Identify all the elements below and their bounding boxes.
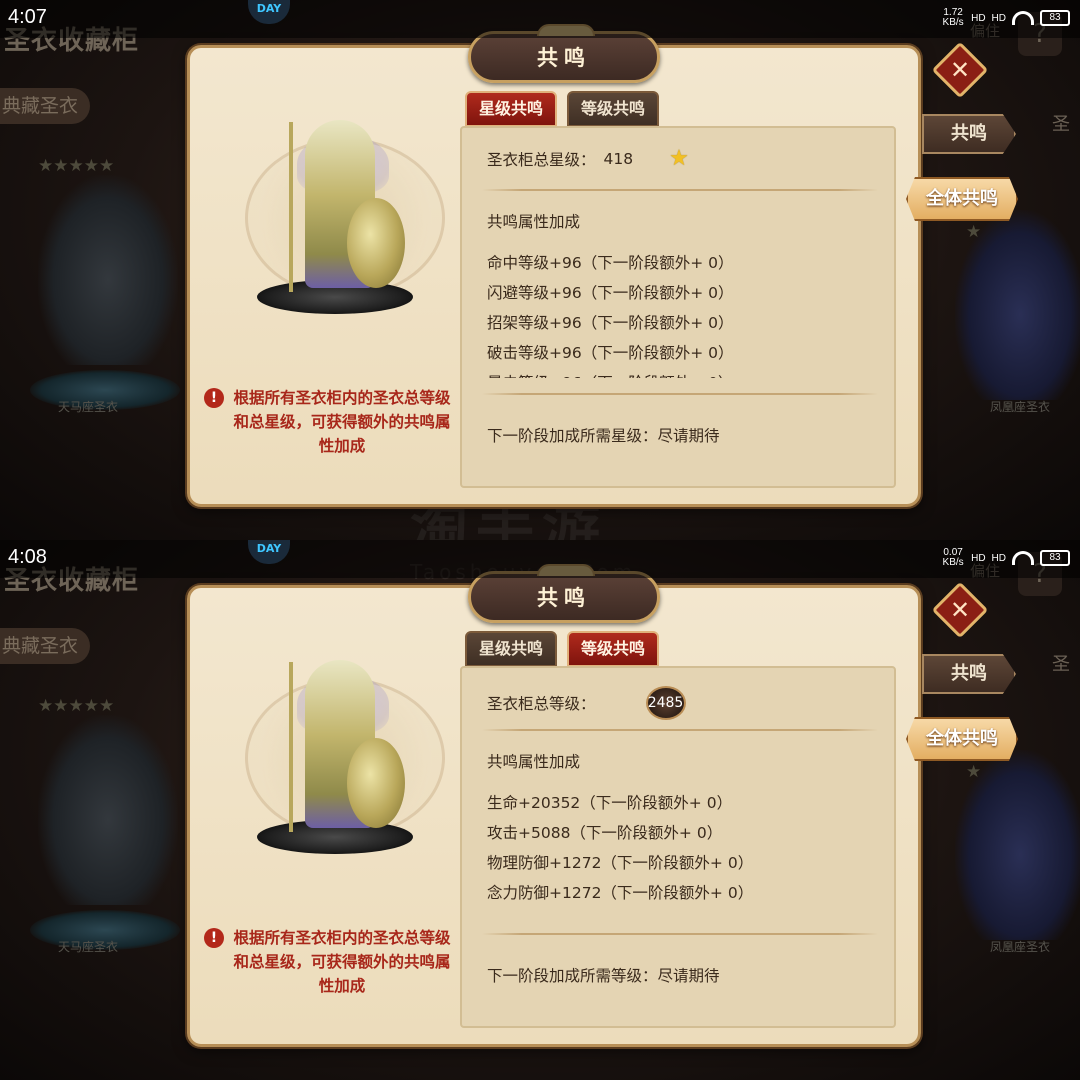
bonus-item: 命中等级+96（下一阶段额外+ 0） (487, 254, 734, 272)
total-row: 圣衣柜总等级： 2485 (487, 686, 686, 720)
status-indicators: 1.72 KB/s HD HD 83 (941, 8, 1070, 28)
bonus-item: 暴击等级+96（下一阶段额外+ 0） (487, 368, 867, 378)
warning-icon: ! (204, 928, 224, 948)
bonus-title: 共鸣属性加成 (487, 213, 581, 231)
wifi-icon (1012, 11, 1034, 25)
side-tab-collection[interactable]: 典藏圣衣 (0, 88, 90, 124)
bonus-item: 生命+20352（下一阶段额外+ 0） (487, 794, 733, 812)
signal-icon: HD (991, 552, 1006, 564)
battery-icon: 83 (1040, 10, 1070, 26)
tab-level-resonance[interactable]: 等级共鸣 (567, 91, 659, 127)
cloth-statue-left[interactable] (38, 175, 178, 365)
close-button[interactable]: ✕ (931, 581, 989, 639)
bonus-title: 共鸣属性加成 (487, 753, 581, 771)
bonus-list[interactable]: 命中等级+96（下一阶段额外+ 0） 闪避等级+96（下一阶段额外+ 0） 招架… (487, 248, 867, 378)
dialog-title: 共鸣 (537, 46, 591, 70)
total-row: 圣衣柜总星级： 418 ★ (487, 146, 689, 171)
dialog-header: 共鸣 (468, 24, 660, 83)
info-note: ! 根据所有圣衣柜内的圣衣总等级和总星级，可获得额外的共鸣属性加成 (204, 926, 454, 998)
bonus-item: 闪避等级+96（下一阶段额外+ 0） (487, 284, 734, 302)
signal-icon: HD (991, 12, 1006, 24)
cloth-star-icon: ★ (966, 222, 982, 242)
divider (482, 933, 878, 935)
bonus-item: 念力防御+1272（下一阶段额外+ 0） (487, 884, 754, 902)
cloth-label-left: 天马座圣衣 (58, 400, 119, 414)
divider (482, 393, 878, 395)
wifi-icon (1012, 551, 1034, 565)
status-indicators: 0.07 KB/s HD HD 83 (941, 548, 1070, 568)
resonance-button[interactable]: 共鸣 (922, 654, 1016, 694)
cloth-label-right: 凤凰座圣衣 (990, 400, 1051, 414)
cloth-statue-left[interactable] (38, 715, 178, 905)
signal-icon: HD (971, 12, 986, 24)
close-icon: ✕ (949, 56, 971, 84)
right-edge-label: 圣 (1052, 654, 1070, 675)
bonus-item: 招架等级+96（下一阶段额外+ 0） (487, 314, 734, 332)
tab-star-resonance[interactable]: 星级共鸣 (465, 91, 557, 127)
status-bar: 4:07 DAY 1.72 KB/s HD HD 83 (0, 0, 1080, 38)
statue-shield (347, 738, 405, 828)
net-speed: 1.72 KB/s (942, 7, 964, 28)
all-resonance-button[interactable]: 全体共鸣 (906, 717, 1018, 761)
bonus-item: 物理防御+1272（下一阶段额外+ 0） (487, 854, 754, 872)
bonus-item: 破击等级+96（下一阶段额外+ 0） (487, 344, 734, 362)
status-bar: 4:08 DAY 0.07 KB/s HD HD 83 (0, 540, 1080, 578)
app-badge-icon[interactable]: DAY (248, 540, 290, 564)
resonance-panel: 圣衣柜总星级： 418 ★ 共鸣属性加成 命中等级+96（下一阶段额外+ 0） … (460, 126, 896, 488)
divider (482, 189, 878, 191)
info-note: ! 根据所有圣衣柜内的圣衣总等级和总星级，可获得额外的共鸣属性加成 (204, 386, 454, 458)
right-edge-label: 圣 (1052, 114, 1070, 135)
resonance-dialog: 共鸣 ! 根据所有圣衣柜内的圣衣总等级和总星级，可获得额外的共鸣属性加成 星级共… (187, 24, 921, 507)
statue-shield (347, 198, 405, 288)
status-time: 4:08 (8, 546, 47, 568)
bonus-list[interactable]: 生命+20352（下一阶段额外+ 0） 攻击+5088（下一阶段额外+ 0） 物… (487, 788, 867, 918)
next-requirement: 下一阶段加成所需星级：尽请期待 (487, 427, 720, 445)
total-label: 圣衣柜总星级： (487, 150, 596, 169)
cloth-stars-icon: ★★★★★ (38, 156, 115, 176)
cloth-label-left: 天马座圣衣 (58, 940, 119, 954)
warning-icon: ! (204, 388, 224, 408)
statue-staff (289, 122, 293, 292)
next-requirement: 下一阶段加成所需等级：尽请期待 (487, 967, 720, 985)
close-button[interactable]: ✕ (931, 41, 989, 99)
divider (482, 729, 878, 731)
athena-statue (235, 660, 455, 868)
bonus-item: 攻击+5088（下一阶段额外+ 0） (487, 824, 723, 842)
dialog-header: 共鸣 (468, 564, 660, 623)
close-icon: ✕ (949, 596, 971, 624)
signal-icon: HD (971, 552, 986, 564)
info-note-text: 根据所有圣衣柜内的圣衣总等级和总星级，可获得额外的共鸣属性加成 (233, 389, 451, 455)
tab-star-resonance[interactable]: 星级共鸣 (465, 631, 557, 667)
level-badge: 2485 (645, 686, 686, 720)
star-icon: ★ (669, 146, 689, 171)
resonance-button[interactable]: 共鸣 (922, 114, 1016, 154)
cloth-stars-icon: ★★★★★ (38, 696, 115, 716)
tab-level-resonance[interactable]: 等级共鸣 (567, 631, 659, 667)
app-badge-icon[interactable]: DAY (248, 0, 290, 24)
statue-staff (289, 662, 293, 832)
screen-star-resonance: 4:07 DAY 1.72 KB/s HD HD 83 圣衣收藏柜 典藏圣衣 偏… (0, 0, 1080, 540)
status-time: 4:07 (8, 6, 47, 28)
cloth-label-right: 凤凰座圣衣 (990, 940, 1051, 954)
side-tab-collection[interactable]: 典藏圣衣 (0, 628, 90, 664)
net-speed: 0.07 KB/s (942, 547, 964, 568)
battery-icon: 83 (1040, 550, 1070, 566)
cloth-star-icon: ★ (966, 762, 982, 782)
dialog-title: 共鸣 (537, 586, 591, 610)
resonance-panel: 圣衣柜总等级： 2485 共鸣属性加成 生命+20352（下一阶段额外+ 0） … (460, 666, 896, 1028)
total-label: 圣衣柜总等级： (487, 695, 596, 713)
all-resonance-button[interactable]: 全体共鸣 (906, 177, 1018, 221)
athena-statue (235, 120, 455, 328)
info-note-text: 根据所有圣衣柜内的圣衣总等级和总星级，可获得额外的共鸣属性加成 (233, 929, 451, 995)
resonance-dialog: 共鸣 ! 根据所有圣衣柜内的圣衣总等级和总星级，可获得额外的共鸣属性加成 星级共… (187, 564, 921, 1047)
screen-level-resonance: 4:08 DAY 0.07 KB/s HD HD 83 圣衣收藏柜 典藏圣衣 偏… (0, 540, 1080, 1080)
total-value: 418 (603, 149, 634, 168)
